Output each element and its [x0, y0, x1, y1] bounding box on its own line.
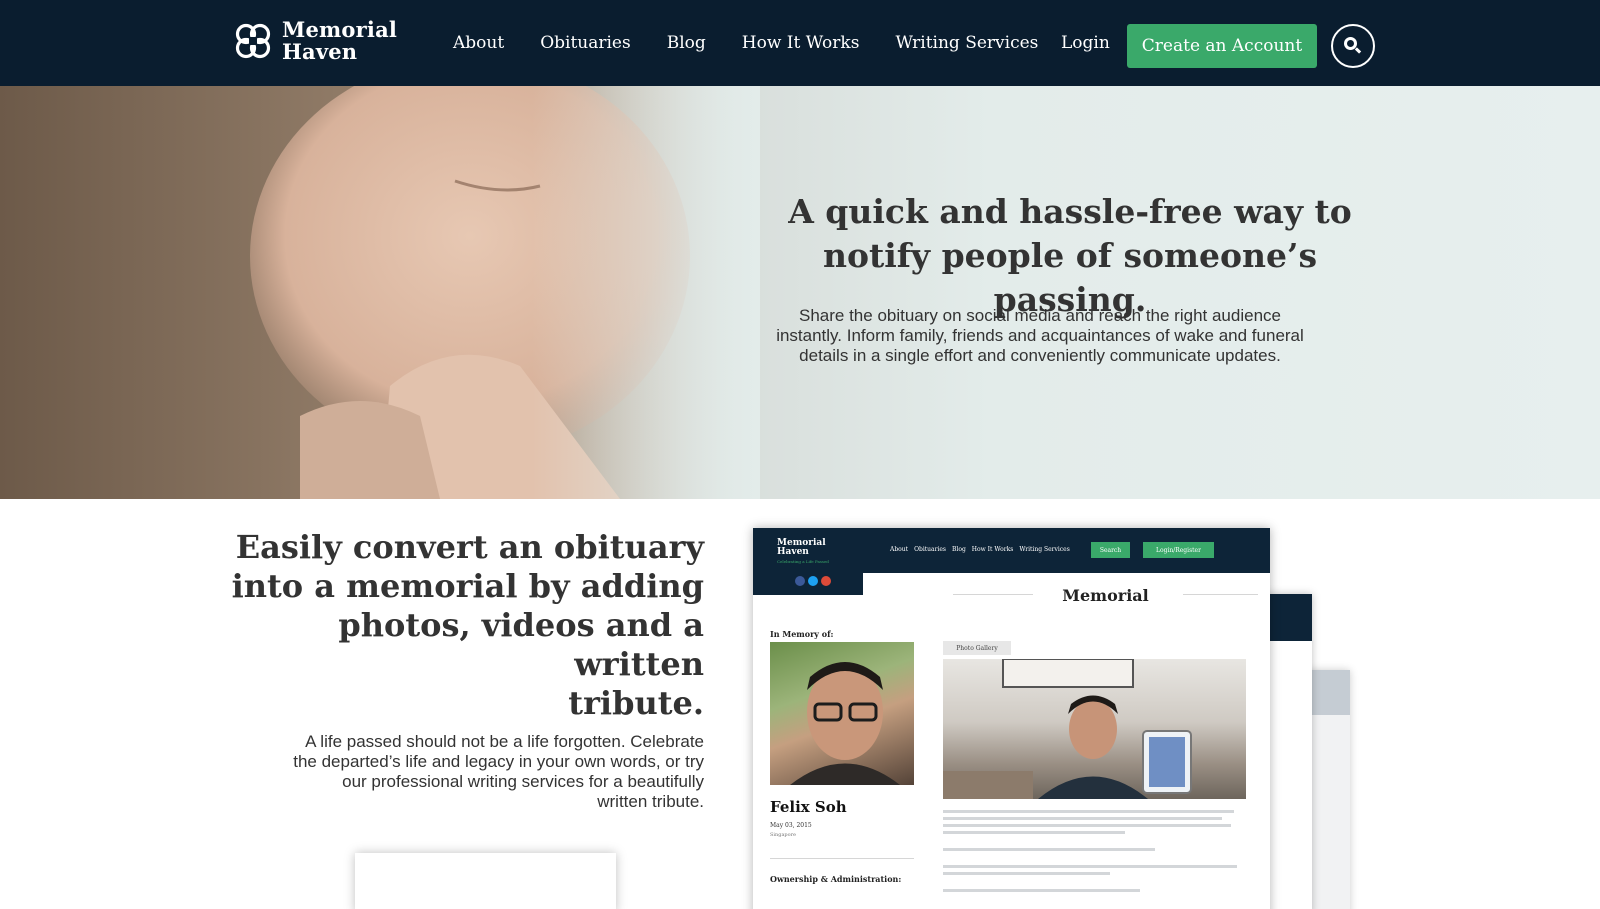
- logo[interactable]: Memorial Haven: [230, 18, 397, 64]
- mockup-logo: Memorial Haven Celebrating a Life Passed: [777, 539, 829, 566]
- feature-text-line-4: written tribute.: [597, 792, 704, 811]
- feature-description: A life passed should not be a life forgo…: [270, 732, 704, 812]
- hero-text-line-3: details in a single effort and convenien…: [799, 346, 1281, 365]
- feature-text-line-1: A life passed should not be a life forgo…: [305, 732, 704, 751]
- mockup-nav-blog: Blog: [952, 546, 966, 553]
- hero-text-line-1: Share the obituary on social media and r…: [799, 306, 1281, 325]
- mockup-tagline: Celebrating a Life Passed: [777, 559, 829, 564]
- mockup-divider-right: [1183, 594, 1258, 595]
- mockup-photo-gallery-tab: Photo Gallery: [943, 641, 1011, 655]
- mockup-in-memory-label: In Memory of:: [770, 629, 834, 639]
- mockup-nav-how-it-works: How It Works: [971, 546, 1014, 553]
- hero-banner: A quick and hassle-free way to notify pe…: [0, 86, 1600, 499]
- main-nav: About Obituaries Blog How It Works Writi…: [453, 0, 1074, 86]
- twitter-icon: [808, 576, 818, 586]
- mockup-deceased-name: Felix Soh: [770, 798, 847, 816]
- mockup-social-icons: [795, 576, 834, 586]
- hero-grieving-woman-image: [0, 86, 760, 499]
- hero-text-line-2: instantly. Inform family, friends and ac…: [776, 326, 1304, 345]
- feature-title-line-2: into a memorial by adding: [231, 567, 704, 605]
- hero-title-line-1: A quick and hassle-free way to: [788, 192, 1352, 231]
- hero-description: Share the obituary on social media and r…: [770, 306, 1310, 366]
- memorial-page-mockup: Memorial Haven Celebrating a Life Passed…: [753, 528, 1270, 909]
- logo-text: Memorial Haven: [282, 19, 397, 63]
- mockup-heading: Memorial: [1062, 586, 1149, 605]
- logo-line-2: Haven: [282, 39, 358, 64]
- facebook-icon: [795, 576, 805, 586]
- nav-blog[interactable]: Blog: [667, 33, 706, 53]
- mockup-nav-about: About: [890, 546, 909, 553]
- mockup-search-button: Search: [1091, 542, 1130, 558]
- create-account-button[interactable]: Create an Account: [1127, 24, 1317, 68]
- nav-how-it-works[interactable]: How It Works: [742, 33, 860, 53]
- mockup-place: Singapore: [770, 832, 796, 838]
- mockup-date: May 03, 2015: [770, 822, 812, 829]
- mockup-gallery-photo: [943, 659, 1246, 799]
- google-plus-icon: [821, 576, 831, 586]
- site-header: Memorial Haven About Obituaries Blog How…: [0, 0, 1600, 86]
- search-icon: [1344, 37, 1362, 55]
- mockup-portrait-photo: [770, 642, 914, 785]
- mockup-sidebar-divider: [770, 858, 914, 859]
- mockup-ownership-label: Ownership & Administration:: [770, 874, 902, 884]
- feature-title-line-3: photos, videos and a written: [338, 606, 704, 683]
- mockup-nav-obituaries: Obituaries: [914, 546, 947, 553]
- feature-title-line-1: Easily convert an obituary: [235, 528, 704, 566]
- feature-title: Easily convert an obituary into a memori…: [220, 528, 704, 723]
- mockup-logo-block: Memorial Haven Celebrating a Life Passed: [753, 528, 863, 595]
- mockup-tribute-text: [943, 810, 1246, 896]
- logo-line-1: Memorial: [282, 17, 398, 42]
- mockup-nav-writing-services: Writing Services: [1019, 546, 1070, 553]
- search-button[interactable]: [1331, 24, 1375, 68]
- login-link[interactable]: Login: [1061, 33, 1110, 53]
- nav-obituaries[interactable]: Obituaries: [540, 33, 631, 53]
- hero-title: A quick and hassle-free way to notify pe…: [770, 190, 1370, 322]
- nav-writing-services[interactable]: Writing Services: [895, 33, 1038, 53]
- feature-text-line-3: our professional writing services for a …: [342, 772, 704, 791]
- feature-title-line-4: tribute.: [568, 684, 704, 722]
- mockup-login-register-button: Login/Register: [1143, 542, 1214, 558]
- nav-about[interactable]: About: [453, 33, 504, 53]
- feature-text-line-2: the departed’s life and legacy in your o…: [293, 752, 704, 771]
- mockup-logo-line-2: Haven: [777, 547, 809, 557]
- clover-logo-icon: [235, 23, 271, 59]
- mockup-nav: About Obituaries Blog How It Works Writi…: [890, 546, 1076, 553]
- preview-card: [355, 853, 616, 909]
